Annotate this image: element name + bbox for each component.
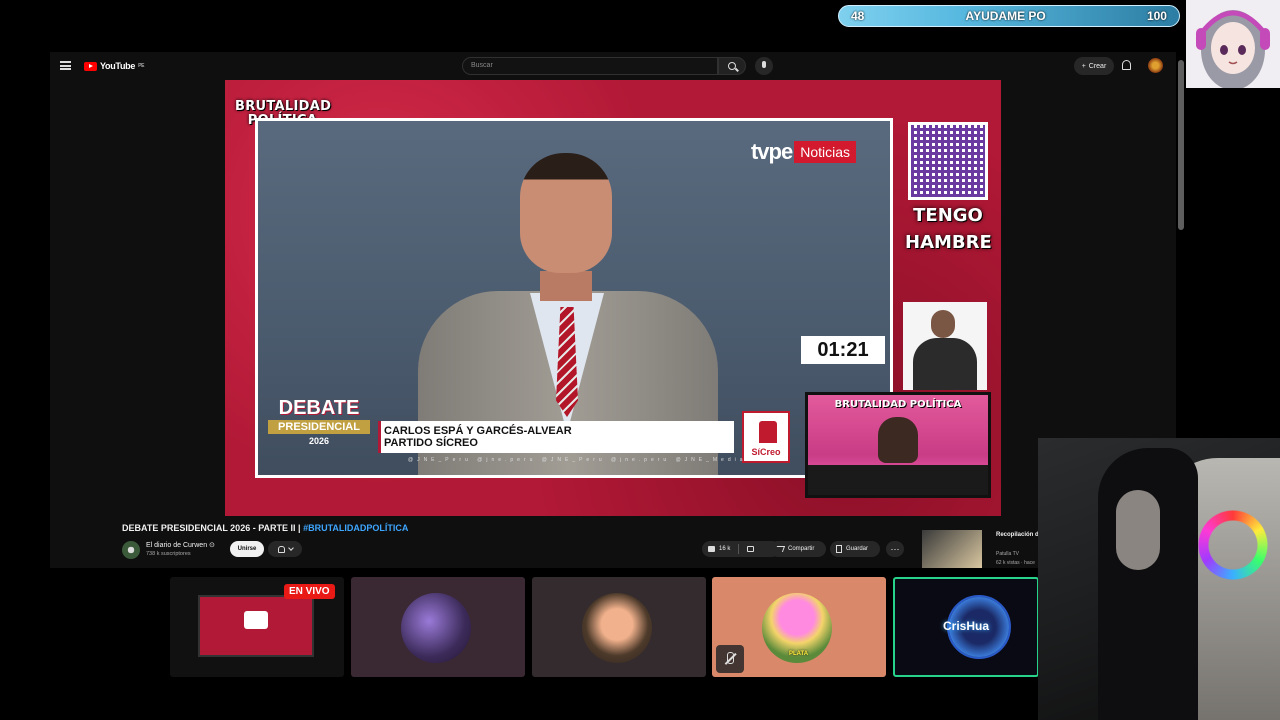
inset-desk [808,465,988,495]
stream-goal-bar: 48 AYUDAME PO 100 [838,5,1180,27]
channel-avatar[interactable] [122,541,140,559]
youtube-play-icon [84,61,97,71]
bell-icon [277,545,285,553]
streamer-webcam [1038,438,1280,720]
like-dislike-button[interactable]: 16 k [702,541,780,557]
goal-label: AYUDAME PO [965,9,1046,23]
recommended-channel: Patulla TV [996,551,1019,557]
tvpe-noticias: Noticias [794,141,856,163]
youtube-region: PE [138,63,145,69]
video-hashtag[interactable]: #BRUTALIDADPOLÍTICA [303,523,408,533]
webcam-hair [1098,448,1198,720]
debate-logo-year: 2026 [308,436,330,446]
menu-icon[interactable] [60,61,71,70]
participant-avatar-1 [401,593,471,663]
share-label: Compartir [788,546,815,552]
plus-icon: + [1081,62,1086,70]
channel-name[interactable]: El diario de Curwen ⊙ [146,541,215,549]
participant-tile-crishua[interactable]: CrisHua [893,577,1039,677]
like-count: 16 k [719,546,731,552]
search-button[interactable] [718,57,746,75]
streamer-cam-inset: BRUTALIDAD POLÍTICA [805,392,991,498]
thumbs-down-icon[interactable] [747,546,755,552]
inset-title: BRUTALIDAD POLÍTICA [834,399,962,410]
youtube-logo-text: YouTube [100,61,136,71]
like-divider [738,544,740,554]
speaker-name: CARLOS ESPÁ Y GARCÉS-ALVEAR [384,425,572,437]
muted-mic-icon[interactable] [716,645,744,673]
subscription-bell-button[interactable] [268,541,302,557]
webcam-face [1116,490,1160,570]
speaker-neck [540,271,592,301]
tvpe-brand: tvpe [750,139,793,164]
page-scrollbar[interactable] [1178,60,1184,230]
speaker-party: PARTIDO SÍCREO [384,437,478,449]
channel-subscribers: 738 k suscriptores [146,551,191,557]
inset-person [878,417,918,463]
debate-logo-line1: DEBATE [278,397,360,419]
tvpe-logo: tvpe Noticias [751,139,856,165]
video-title-main: DEBATE PRESIDENCIAL 2026 - PARTE II | [122,523,304,533]
video-player[interactable]: BRUTALIDAD POLÍTICA tvpe Noticias DEBATE… [225,80,1001,516]
streamer-avatar-overlay [1186,0,1280,88]
debate-presidencial-logo: DEBATE PRESIDENCIAL 2026 [268,397,370,446]
qr-caption-line2: HAMBRE [905,232,992,253]
sicreo-party-logo: SíCreo [742,411,790,463]
thumbs-up-icon [708,546,715,552]
debate-broadcast: tvpe Noticias DEBATE PRESIDENCIAL 2026 C… [255,118,893,478]
join-button[interactable]: Unirse [230,541,264,557]
search-input[interactable]: Buscar [462,57,718,75]
live-badge: EN VIVO [284,584,335,599]
participant-tile-1[interactable] [351,577,525,677]
youtube-header: YouTube PE Buscar + Crear [50,52,1176,80]
sign-language-interpreter [903,302,987,390]
qr-caption-line1: TENGO [913,205,983,226]
save-button[interactable]: Guardar [830,541,880,557]
participant-avatar-2 [582,593,652,663]
youtube-logo[interactable]: YouTube PE [84,61,144,71]
rgb-headphone-icon [1188,500,1278,590]
recommended-thumbnail[interactable] [922,530,982,568]
share-icon [774,546,786,552]
participant-plata-label: PLATA [789,651,809,657]
crishua-label: CrisHua [942,619,989,633]
speaker-head [520,153,612,273]
save-label: Guardar [846,546,869,552]
create-label: Crear [1088,62,1107,70]
share-button[interactable]: Compartir [770,541,826,557]
bookmark-icon [836,545,842,553]
video-title: DEBATE PRESIDENCIAL 2026 - PARTE II | #B… [122,523,408,533]
create-button[interactable]: + Crear [1074,57,1114,75]
participant-tile-2[interactable] [532,577,706,677]
speaker-lower-third: CARLOS ESPÁ Y GARCÉS-ALVEAR PARTIDO SÍCR… [378,421,734,453]
notifications-bell-icon[interactable] [1122,60,1131,70]
youtube-window: YouTube PE Buscar + Crear BRUTALIDAD POL… [50,52,1176,568]
qr-caption: TENGO HAMBRE [905,202,992,256]
debate-timer: 01:21 [801,336,885,364]
goal-current: 48 [851,9,865,23]
goal-target: 100 [1146,9,1167,23]
anime-avatar-icon [1196,10,1270,88]
more-actions-button[interactable]: ⋯ [886,541,904,557]
account-avatar[interactable] [1148,58,1163,73]
live-preview-thumbnail [198,595,314,657]
voice-search-button[interactable] [755,57,773,75]
search-icon [728,62,736,70]
chevron-down-icon [287,545,294,551]
qr-code [908,122,988,200]
debate-logo-line2: PRESIDENCIAL [268,420,370,434]
social-credits: @JNE_Peru @jne.peru @JNE_Peru @jne.peru … [408,457,747,463]
